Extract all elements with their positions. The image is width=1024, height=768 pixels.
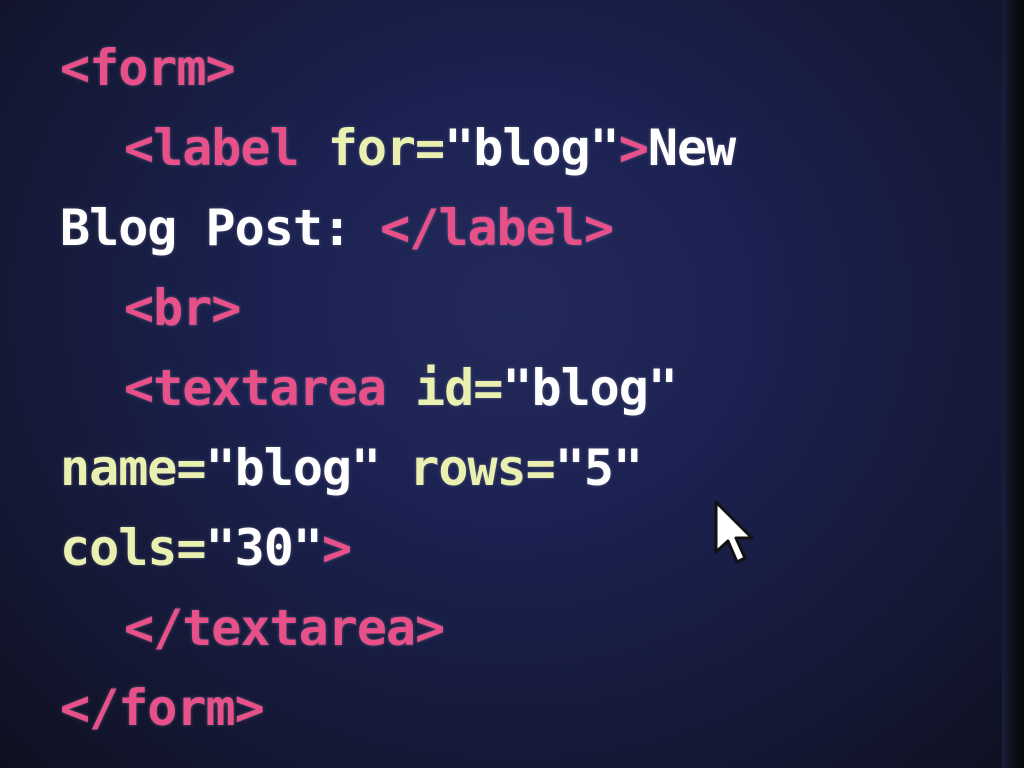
code-line-3: Blog Post: </label> <box>60 188 735 268</box>
code-line-4: <br> <box>60 268 735 348</box>
name-value: "blog" <box>205 439 382 497</box>
textarea-close-tag: </textarea> <box>124 599 445 657</box>
cols-attribute: cols= <box>60 519 207 577</box>
textarea-open-tag-close: > <box>321 519 352 577</box>
code-line-7: cols="30"> <box>60 508 735 588</box>
arrow-cursor-icon <box>714 500 754 564</box>
for-value: "blog" <box>444 119 620 177</box>
label-open-tag-close: > <box>618 119 649 177</box>
code-line-6: name="blog" rows="5" <box>60 428 735 508</box>
label-text-part1: New <box>647 119 736 177</box>
form-open-tag: <form> <box>60 39 236 97</box>
code-line-2: <label for="blog">New <box>60 108 736 188</box>
label-open-tag: <label <box>124 119 300 177</box>
code-line-8: </textarea> <box>60 588 735 668</box>
form-close-tag: </form> <box>60 679 265 737</box>
id-value: "blog" <box>502 359 678 417</box>
code-editor: <form> <label for="blog">New Blog Post: … <box>60 28 736 748</box>
textarea-open-tag: <textarea <box>124 359 387 417</box>
cols-value: "30" <box>205 519 323 577</box>
rows-attribute: rows= <box>380 439 556 497</box>
name-attribute: name= <box>60 439 207 497</box>
code-line-1: <form> <box>60 28 735 108</box>
code-line-5: <textarea id="blog" <box>60 348 735 428</box>
code-screen: <form> <label for="blog">New Blog Post: … <box>0 0 1024 768</box>
code-line-9: </form> <box>60 668 735 748</box>
id-attribute: id= <box>385 359 503 417</box>
screen-bezel <box>1002 0 1024 768</box>
label-text-part2: Blog Post: <box>60 199 381 257</box>
label-close-tag: </label> <box>380 199 614 257</box>
br-tag: <br> <box>124 279 241 337</box>
rows-value: "5" <box>554 439 643 497</box>
for-attribute: for= <box>298 119 445 177</box>
